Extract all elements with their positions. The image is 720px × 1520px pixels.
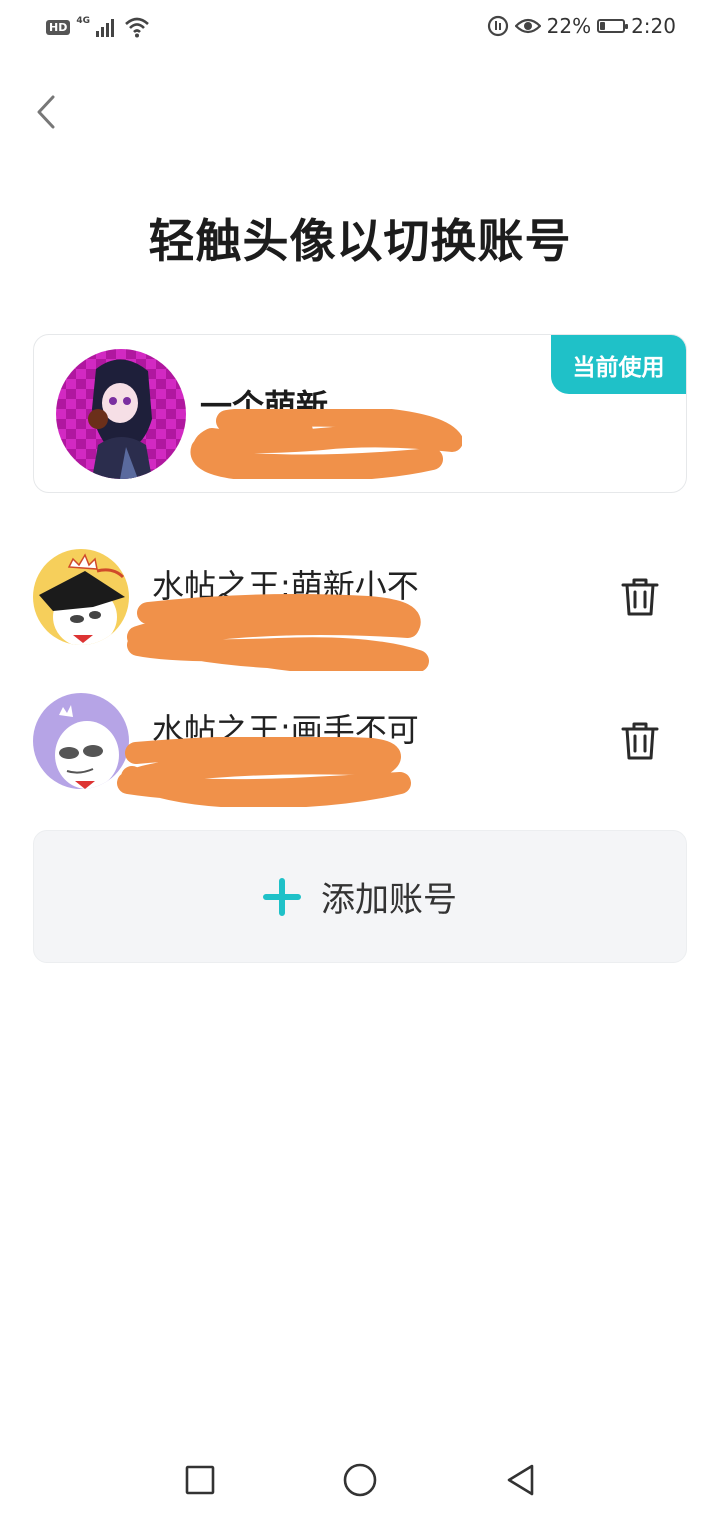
- account-avatar[interactable]: [33, 549, 129, 645]
- redaction-scribble: [117, 737, 411, 807]
- square-icon: [185, 1465, 215, 1495]
- chevron-left-icon: [37, 95, 55, 129]
- network-type: 4G: [76, 16, 90, 26]
- back-button[interactable]: [28, 92, 64, 132]
- circle-icon: [343, 1463, 377, 1497]
- redaction-scribble: [127, 594, 429, 671]
- data-saver-icon: [487, 15, 508, 37]
- status-right: 22% 2:20: [487, 14, 676, 38]
- clock: 2:20: [631, 14, 676, 38]
- battery-level: [600, 22, 606, 30]
- navigation-bar: [0, 1440, 720, 1520]
- system-back-button[interactable]: [498, 1458, 542, 1502]
- trash-icon: [621, 578, 659, 616]
- eye-comfort-icon: [514, 18, 541, 34]
- add-account-label: 添加账号: [321, 880, 457, 920]
- current-account-card[interactable]: 一个萌新 当前使用: [33, 334, 687, 493]
- account-row[interactable]: 水帖之王:画手不可: [0, 693, 720, 813]
- triangle-back-icon: [507, 1464, 534, 1496]
- account-row[interactable]: 水帖之王:萌新小不: [0, 549, 720, 671]
- signal-icon: [96, 19, 114, 37]
- wifi-icon: [125, 17, 149, 38]
- status-bar: HD 4G 22% 2:20: [0, 0, 720, 56]
- redaction-scribble: [190, 409, 462, 479]
- battery-percent: 22%: [546, 14, 592, 38]
- status-left: HD 4G: [46, 16, 150, 38]
- battery-icon: [597, 19, 629, 33]
- recent-apps-button[interactable]: [178, 1458, 222, 1502]
- current-account-avatar[interactable]: [56, 349, 186, 479]
- hd-badge: HD: [46, 19, 71, 35]
- plus-icon: [263, 877, 301, 916]
- delete-account-button[interactable]: [616, 573, 664, 621]
- page-title: 轻触头像以切换账号: [148, 214, 572, 268]
- current-badge: 当前使用: [551, 335, 686, 394]
- home-button[interactable]: [338, 1458, 382, 1502]
- delete-account-button[interactable]: [616, 717, 664, 765]
- trash-icon: [621, 722, 659, 760]
- add-account-button[interactable]: 添加账号: [33, 830, 687, 963]
